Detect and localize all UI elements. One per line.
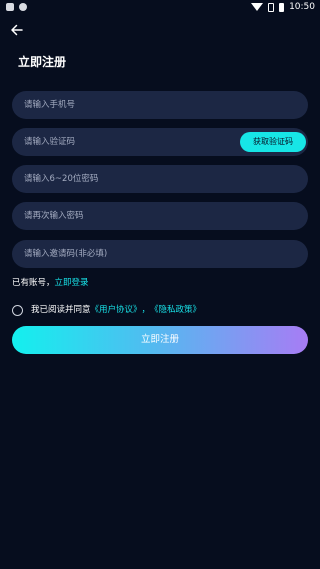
invite-code-input[interactable]: 请输入邀请码(非必填) bbox=[12, 240, 308, 268]
login-prompt-text: 已有账号， bbox=[12, 278, 55, 288]
back-arrow-icon[interactable] bbox=[10, 22, 24, 36]
shield-notification-icon bbox=[19, 3, 27, 11]
agreement-separator: ， bbox=[141, 305, 151, 315]
login-prompt: 已有账号，立即登录 bbox=[12, 277, 89, 289]
status-bar: 10:50 bbox=[0, 0, 320, 14]
register-button[interactable]: 立即注册 bbox=[12, 326, 308, 354]
notification-icons bbox=[6, 3, 27, 11]
get-code-button[interactable]: 获取验证码 bbox=[240, 132, 306, 152]
verification-code-placeholder: 请输入验证码 bbox=[24, 137, 76, 147]
page-title: 立即注册 bbox=[18, 55, 67, 69]
status-time: 10:50 bbox=[289, 2, 315, 12]
wifi-icon bbox=[251, 3, 264, 11]
battery-icon bbox=[279, 2, 285, 12]
phone-input[interactable]: 请输入手机号 bbox=[12, 91, 308, 119]
verification-code-input[interactable]: 请输入验证码 获取验证码 bbox=[12, 128, 308, 156]
privacy-policy-link[interactable]: 《隐私政策》 bbox=[150, 304, 201, 316]
agreement-row: 我已阅读并同意 《用户协议》 ， 《隐私政策》 bbox=[12, 304, 201, 316]
no-sim-icon bbox=[268, 2, 275, 12]
password-input[interactable]: 请输入6~20位密码 bbox=[12, 165, 308, 193]
confirm-password-input[interactable]: 请再次输入密码 bbox=[12, 202, 308, 230]
login-link[interactable]: 立即登录 bbox=[55, 278, 89, 288]
agreement-text: 我已阅读并同意 bbox=[31, 305, 91, 315]
user-agreement-link[interactable]: 《用户协议》 bbox=[91, 304, 142, 316]
app-notification-icon bbox=[6, 3, 14, 11]
agree-checkbox[interactable] bbox=[12, 304, 23, 316]
